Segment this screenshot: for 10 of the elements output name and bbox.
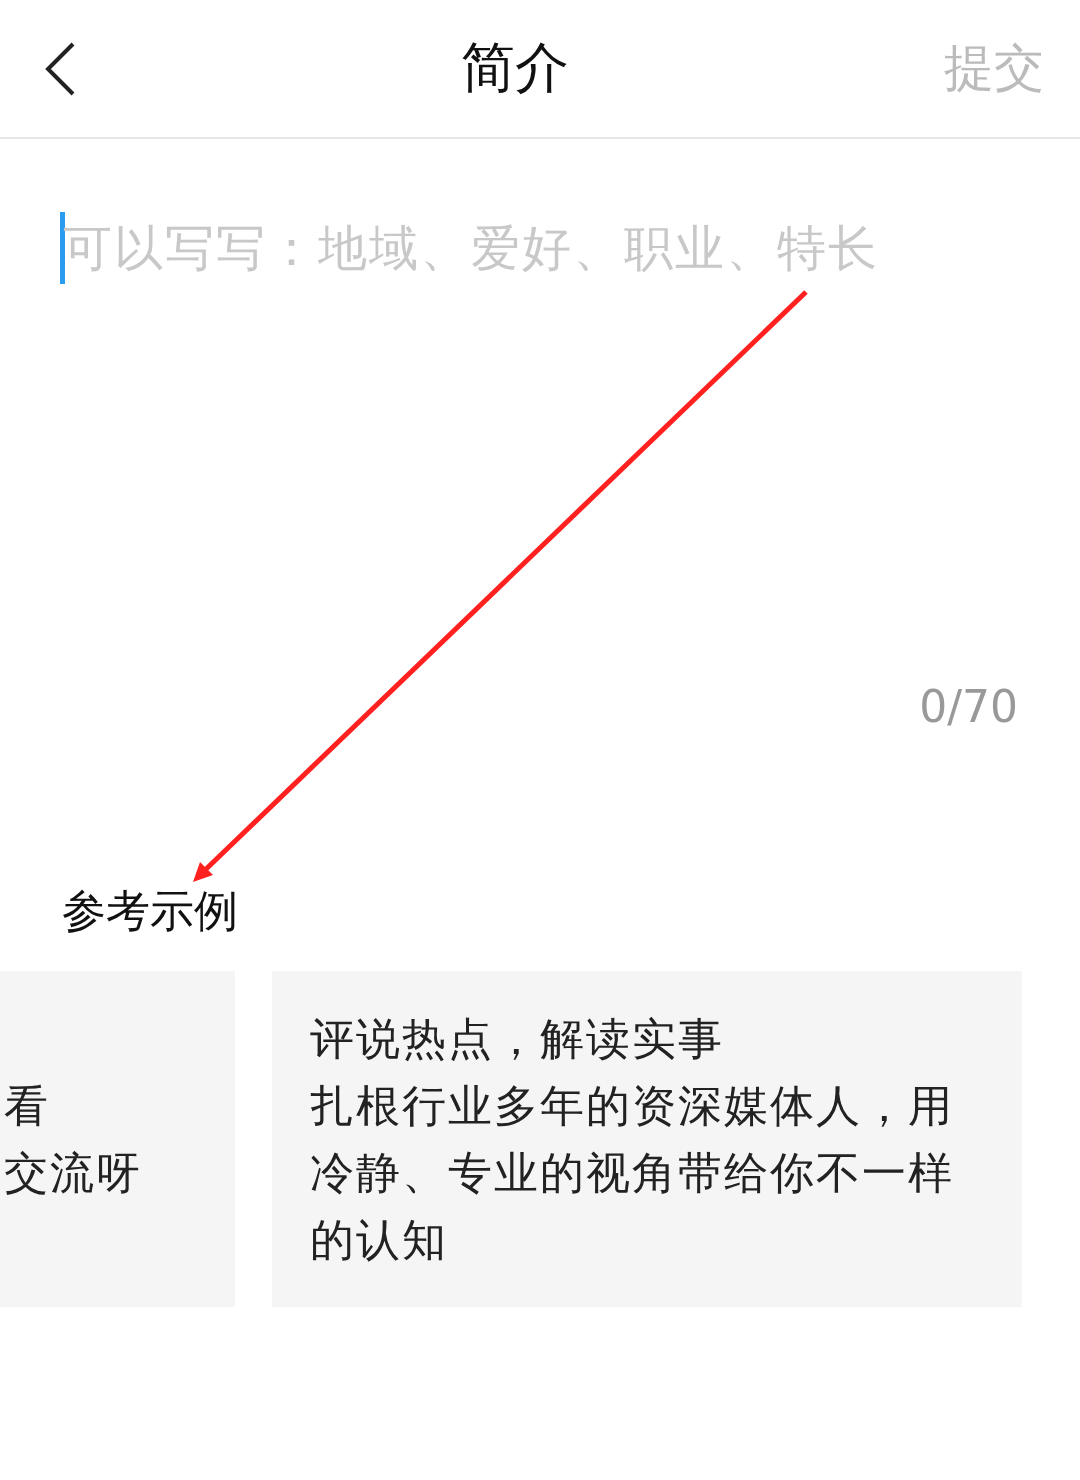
example-text: 扎根行业多年的资深媒体人，用冷静、专业的视角带给你不一样的认知 (310, 1080, 954, 1265)
example-text: 交流呀 (4, 1147, 142, 1198)
page-title: 简介 (460, 35, 570, 101)
example-text: 看 (4, 1080, 50, 1131)
back-icon[interactable] (44, 41, 76, 96)
section-heading: 参考示例 (62, 884, 239, 938)
example-card[interactable]: 评说热点，解读实事 扎根行业多年的资深媒体人，用冷静、专业的视角带给你不一样的认知 (272, 971, 1022, 1307)
example-text: 评说热点，解读实事 (310, 1013, 724, 1064)
example-card[interactable]: 看 交流呀 (0, 971, 235, 1307)
character-counter: 0/70 (919, 681, 1018, 732)
